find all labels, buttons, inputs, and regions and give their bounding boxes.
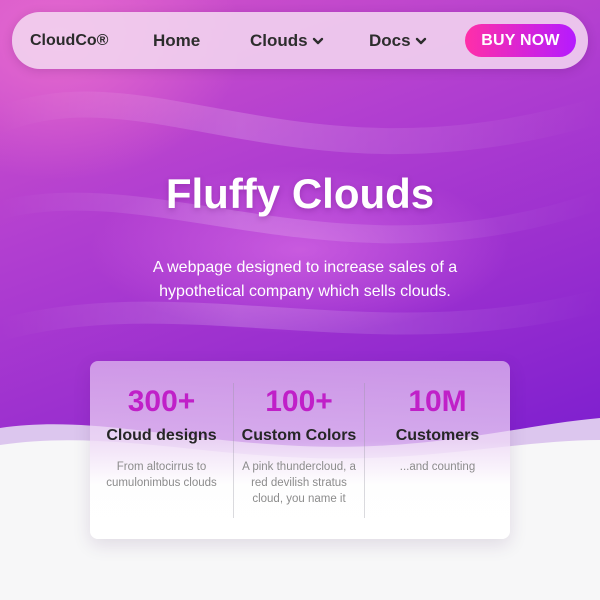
stat-description: A pink thundercloud, a red devilish stra…	[242, 461, 356, 505]
page-title: Fluffy Clouds	[165, 170, 435, 217]
hero-subtitle: A webpage designed to increase sales of …	[152, 259, 458, 300]
nav-link-clouds[interactable]: Clouds	[250, 12, 324, 69]
top-nav: CloudCo® Home Clouds Docs BUY NOW	[12, 12, 588, 69]
stat-value: 100+	[265, 385, 333, 418]
stat-description: ...and counting	[399, 461, 476, 473]
nav-link-home[interactable]: Home	[153, 12, 200, 69]
buy-now-button[interactable]: BUY NOW	[465, 24, 576, 57]
nav-link-label: Clouds	[250, 31, 308, 50]
stat-label: Cloud designs	[106, 427, 217, 444]
stat-customers: 10M Customers ...and counting	[365, 361, 510, 539]
stat-value: 10M	[408, 385, 467, 418]
chevron-down-icon	[312, 37, 323, 44]
stat-value: 300+	[127, 385, 196, 418]
stat-label: Custom Colors	[241, 427, 357, 444]
stat-label: Customers	[395, 427, 480, 444]
stat-custom-colors: 100+ Custom Colors A pink thundercloud, …	[234, 361, 364, 539]
nav-link-label: Home	[153, 31, 201, 50]
stats-card: 300+ Cloud designs From altocirrus to cu…	[90, 361, 510, 539]
stat-description: From altocirrus to cumulonimbus clouds	[106, 461, 217, 489]
stat-cloud-designs: 300+ Cloud designs From altocirrus to cu…	[90, 361, 233, 539]
chevron-down-icon	[415, 37, 426, 44]
brand-logo[interactable]: CloudCo®	[30, 12, 108, 69]
nav-link-label: Docs	[369, 31, 411, 50]
nav-link-docs[interactable]: Docs	[369, 12, 427, 69]
